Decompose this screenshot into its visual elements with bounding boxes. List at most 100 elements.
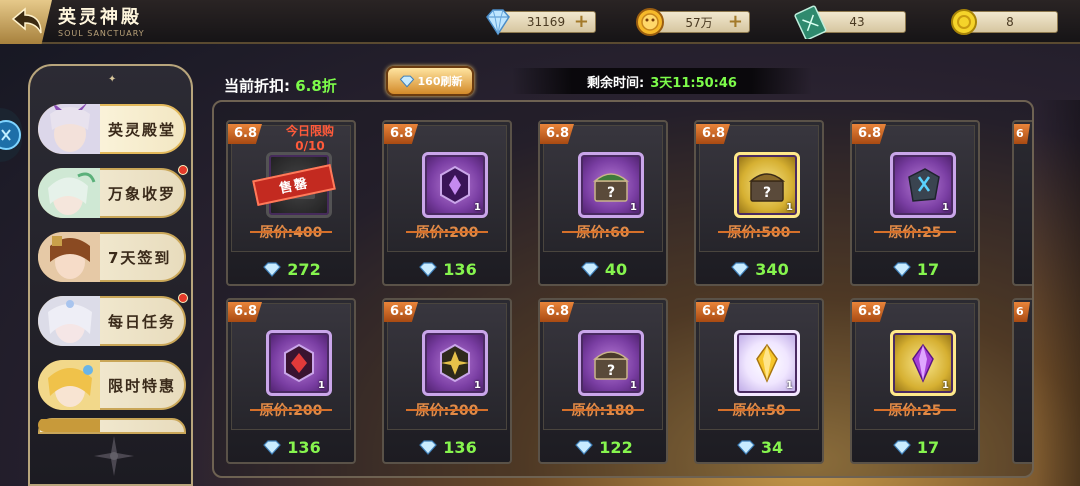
strikethrough (718, 409, 800, 411)
side-tab-emblem-icon (0, 120, 21, 150)
diamond-icon (893, 440, 911, 455)
original-price: 原价:500 (696, 222, 822, 242)
timer-label: 剩余时间: (587, 75, 645, 91)
sale-price: 136 (384, 254, 510, 284)
original-price: 原价:50 (696, 400, 822, 420)
shop-item-card[interactable]: 6.8 1 原价:25 17 (850, 298, 980, 464)
discount-badge: 6 (1014, 124, 1030, 144)
sidebar-item-collection[interactable]: 万象收罗 (38, 165, 188, 218)
shop-item-card[interactable]: 6.8 1 原价:200 136 (382, 298, 512, 464)
item-quantity: 1 (318, 380, 325, 391)
sidebar: ✦ 英灵殿堂 万象收罗 7天签到 每日任务 限时特惠 (28, 64, 193, 486)
orig-price-value: 180 (605, 403, 635, 419)
item-icon-frame: 1 (266, 330, 332, 396)
sidebar-item-7day-signin[interactable]: 7天签到 (38, 232, 186, 282)
shop-item-card[interactable]: 6.8 1 原价:200 136 (226, 298, 356, 464)
refresh-label: 160刷新 (417, 75, 463, 88)
strikethrough (562, 409, 644, 411)
orig-price-value: 400 (293, 225, 323, 241)
svg-text:?: ? (763, 185, 771, 201)
discount-info: 当前折扣: 6.8折 (224, 75, 337, 96)
original-price: 原价:25 (852, 222, 978, 242)
back-arrow-icon (11, 7, 42, 34)
original-price: 原价:200 (228, 400, 354, 420)
original-price: 原价:400 (228, 222, 354, 242)
item-quantity: 1 (630, 202, 637, 213)
price-value: 17 (916, 437, 940, 457)
yellow-token-icon (951, 9, 977, 35)
shop-item-card[interactable]: 6.8 今日限购 0/10 售罄 原价:400 272 (226, 120, 356, 286)
sidebar-item-label: 每日任务 (108, 313, 177, 331)
sidebar-item-hero-hall[interactable]: 英灵殿堂 (38, 104, 186, 154)
shop-item-card[interactable]: 6.8 ? 1 原价:180 122 (538, 298, 668, 464)
item-quantity: 1 (942, 380, 949, 391)
diamond-count: 31169 (526, 15, 566, 29)
svg-text:?: ? (607, 185, 615, 201)
resource-gold: 57万 + (636, 8, 750, 36)
avatar (38, 168, 100, 218)
orig-price-prefix: 原价: (415, 225, 450, 241)
diamond-icon (419, 262, 438, 277)
orig-price-value: 200 (449, 403, 479, 419)
shop-item-card[interactable]: 6.8 1 原价:50 34 (694, 298, 824, 464)
item-quantity: 1 (474, 202, 481, 213)
strikethrough (250, 409, 332, 411)
item-icon-frame: ? 1 (734, 152, 800, 218)
sale-price: 272 (228, 254, 354, 284)
original-price: 原价:200 (384, 222, 510, 242)
diamond-icon (263, 262, 282, 277)
shop-item-card[interactable]: 6.8 ? 1 原价:60 40 (538, 120, 668, 286)
gold-coin-icon (636, 8, 664, 36)
add-gold-button[interactable]: + (728, 13, 743, 31)
sidebar-item-label: 万象收罗 (108, 185, 177, 203)
avatar (38, 104, 100, 154)
sale-price: 136 (228, 432, 354, 462)
back-button[interactable] (0, 0, 52, 44)
sale-price: 122 (540, 432, 666, 462)
discount-value: 6.8折 (295, 77, 337, 95)
strikethrough (874, 409, 956, 411)
price-value: 136 (443, 437, 477, 457)
diamond-icon (399, 75, 414, 88)
green-ticket-icon (794, 5, 827, 39)
orig-price-value: 200 (449, 225, 479, 241)
notification-dot (178, 165, 188, 175)
page-subtitle: SOUL SANCTUARY (58, 29, 145, 38)
shop-item-card[interactable]: 6.8 1 原价:200 136 (382, 120, 512, 286)
price-value: 40 (604, 259, 628, 279)
refresh-button[interactable]: 160刷新 (386, 66, 474, 96)
item-icon-frame: ? 1 (578, 152, 644, 218)
gold-count: 57万 (685, 15, 713, 30)
diamond-icon (486, 9, 510, 36)
price-value: 34 (760, 437, 784, 457)
strikethrough (718, 231, 800, 233)
orig-price-prefix: 原价: (576, 225, 611, 241)
sale-price: 136 (384, 432, 510, 462)
strikethrough (562, 231, 644, 233)
sidebar-item-daily-tasks[interactable]: 每日任务 (38, 293, 188, 346)
shop-item-card-partial[interactable]: 6 (1012, 298, 1032, 464)
sidebar-item-partial[interactable] (38, 418, 186, 434)
shop-item-card[interactable]: 6.8 1 原价:25 17 (850, 120, 980, 286)
diamond-icon (575, 440, 594, 455)
sale-price: 34 (696, 432, 822, 462)
purple-crystal-rune-icon (440, 165, 470, 205)
strikethrough (406, 231, 488, 233)
price-value: 136 (287, 437, 321, 457)
item-icon-frame: 1 (422, 330, 488, 396)
avatar (38, 418, 100, 432)
add-diamond-button[interactable]: + (574, 13, 589, 31)
shop-item-card-partial[interactable]: 6 (1012, 120, 1032, 286)
shop-item-card[interactable]: 6.8 ? 1 原价:500 340 (694, 120, 824, 286)
left-edge-tab[interactable] (0, 108, 22, 162)
price-value: 122 (599, 437, 633, 457)
sidebar-item-limited-offer[interactable]: 限时特惠 (38, 360, 186, 410)
compass-icon (94, 436, 134, 476)
timer-value: 3天11:50:46 (650, 75, 737, 91)
orig-price-value: 25 (922, 403, 942, 419)
avatar (38, 296, 100, 346)
discount-badge: 6 (1014, 302, 1030, 322)
resource-token: 8 (951, 9, 1058, 35)
price-value: 272 (287, 259, 321, 279)
gold-emblem-rune-icon (440, 343, 470, 383)
